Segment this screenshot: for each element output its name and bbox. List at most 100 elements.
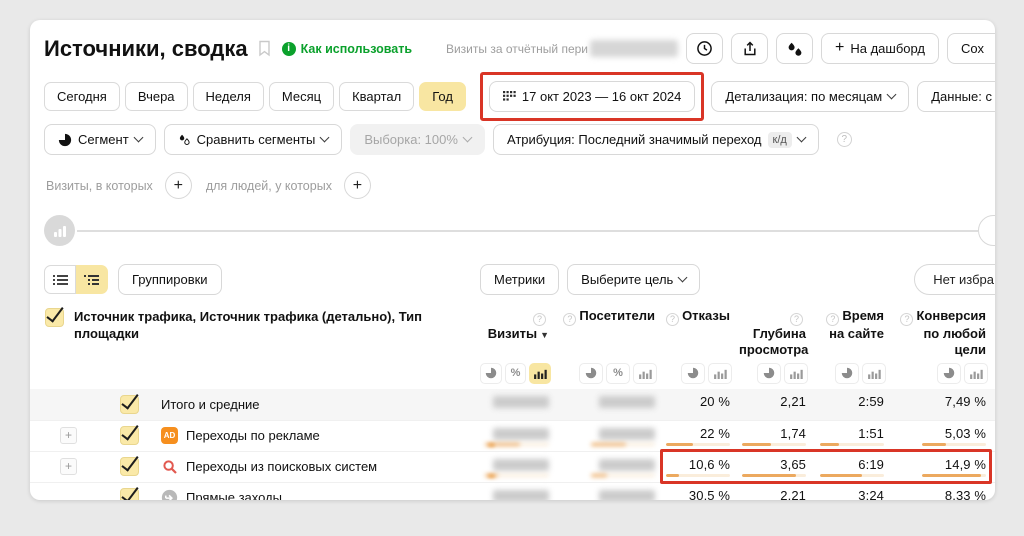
period-tab-вчера[interactable]: Вчера: [125, 82, 188, 111]
add-to-dashboard-button[interactable]: + На дашборд: [821, 33, 939, 64]
groupings-button[interactable]: Группировки: [118, 264, 222, 295]
list-view-button[interactable]: [44, 265, 76, 294]
row-checkbox[interactable]: [120, 488, 139, 500]
redacted-value: [493, 396, 549, 408]
bar-chart-icon: [53, 224, 67, 237]
header-toolbar: Визиты за отчётный пери + На дашборд: [446, 33, 995, 64]
detail-dropdown[interactable]: Детализация: по месяцам: [711, 81, 909, 112]
bar-toggle-button[interactable]: [964, 363, 988, 384]
percent-icon: %: [613, 367, 623, 379]
table-row: Прямые заходы30,5 %2,213:248,33 %: [30, 482, 995, 501]
bar-toggle-button[interactable]: [862, 363, 886, 384]
column-header-1[interactable]: ?Визиты▼: [480, 302, 558, 358]
row-checkbox[interactable]: [120, 426, 139, 445]
expand-button[interactable]: +: [60, 458, 77, 475]
metric-value: 14,9 %: [945, 457, 986, 472]
metric-value: 30,5 %: [689, 488, 730, 501]
redacted-value: [599, 459, 655, 471]
tree-view-button[interactable]: [76, 265, 108, 294]
column-header-5[interactable]: ?Время на сайте: [815, 302, 893, 358]
value-cell: [480, 421, 558, 451]
column-help-icon: ?: [533, 313, 546, 326]
history-button[interactable]: [686, 33, 723, 64]
bar-toggle-button[interactable]: [529, 363, 551, 384]
no-favorites-button[interactable]: Нет избра: [914, 264, 995, 295]
attribution-dropdown[interactable]: Атрибуция: Последний значимый переход к/…: [493, 124, 819, 155]
value-cell: [480, 389, 558, 420]
period-tab-неделя[interactable]: Неделя: [193, 82, 264, 111]
expand-button[interactable]: +: [60, 427, 77, 444]
chevron-down-icon: [462, 133, 472, 143]
value-cell: [480, 483, 558, 501]
period-tab-квартал[interactable]: Квартал: [339, 82, 414, 111]
choose-goal-dropdown[interactable]: Выберите цель: [567, 264, 700, 295]
save-button[interactable]: Сох: [947, 33, 995, 64]
value-cell: [558, 452, 664, 482]
drops-icon: [787, 41, 803, 57]
data-mode-dropdown[interactable]: Данные: с роботами: [917, 81, 995, 112]
redacted-value: [599, 428, 655, 440]
compare-segments-dropdown[interactable]: Сравнить сегменты: [164, 124, 343, 155]
add-people-filter-button[interactable]: +: [344, 172, 371, 199]
column-label: Глубина просмотра: [739, 326, 808, 357]
bar-toggle-button[interactable]: [708, 363, 732, 384]
column-header-3[interactable]: ?Отказы: [664, 302, 739, 358]
metric-bar: [485, 474, 549, 477]
segment-dropdown[interactable]: Сегмент: [44, 124, 156, 155]
column-header-6[interactable]: ?Конверсия по любой цели: [893, 302, 995, 358]
chart-more-button[interactable]: По: [978, 215, 995, 246]
pie-toggle-button[interactable]: [681, 363, 705, 384]
metric-bar: [591, 443, 655, 446]
value-cell: 20 %: [664, 389, 739, 420]
people-filter-label: для людей, у которых: [206, 179, 332, 193]
chart-toggle-button[interactable]: [44, 215, 75, 246]
bookmark-icon[interactable]: [257, 40, 272, 57]
date-range-button[interactable]: 17 окт 2023 — 16 окт 2024: [489, 81, 695, 112]
report-card: Источники, сводка i Как использовать Виз…: [30, 20, 995, 500]
ad-badge-icon: AD: [161, 427, 178, 444]
export-button[interactable]: [731, 33, 768, 64]
pie-toggle-button[interactable]: [579, 363, 603, 384]
metrics-button[interactable]: Метрики: [480, 264, 559, 295]
page-title: Источники, сводка: [44, 36, 248, 62]
bar-toggle-button[interactable]: [633, 363, 657, 384]
drops-icon: [178, 133, 191, 147]
metric-value: 10,6 %: [689, 457, 730, 472]
row-label: Итого и средние: [161, 397, 259, 412]
segments-button[interactable]: [776, 33, 813, 64]
column-header-2[interactable]: ?Посетители: [558, 302, 664, 358]
attribution-badge: к/д: [768, 132, 792, 148]
period-tab-год[interactable]: Год: [419, 82, 466, 111]
pie-toggle-button[interactable]: [835, 363, 859, 384]
value-cell: 8,33 %: [893, 483, 995, 501]
row-name-cell: Прямые заходы: [30, 483, 480, 501]
row-checkbox[interactable]: [120, 457, 139, 476]
pct-toggle-button[interactable]: %: [505, 363, 527, 384]
add-visit-filter-button[interactable]: +: [165, 172, 192, 199]
how-to-use-link[interactable]: i Как использовать: [282, 42, 412, 56]
value-cell: [558, 421, 664, 451]
pie-toggle-button[interactable]: [757, 363, 781, 384]
value-cell: [558, 483, 664, 501]
bar-toggle-button[interactable]: [784, 363, 808, 384]
pie-icon: [58, 133, 72, 147]
row-checkbox[interactable]: [120, 395, 139, 414]
select-all-checkbox[interactable]: [45, 308, 64, 327]
redacted-value: [599, 490, 655, 501]
period-tab-сегодня[interactable]: Сегодня: [44, 82, 120, 111]
period-tab-месяц[interactable]: Месяц: [269, 82, 334, 111]
column-help-icon: ?: [790, 313, 803, 326]
info-icon: i: [282, 42, 296, 56]
metric-value: 1:51: [858, 426, 884, 441]
help-icon[interactable]: ?: [837, 132, 852, 147]
metric-value: 2:59: [858, 394, 884, 409]
metric-bar: [742, 474, 806, 477]
metric-value: 3:24: [858, 488, 884, 501]
column-header-4[interactable]: ?Глубина просмотра: [739, 302, 815, 358]
column-label: Конверсия по любой цели: [916, 308, 986, 357]
metric-value: 5,03 %: [945, 426, 986, 441]
value-cell: 3:24: [815, 483, 893, 501]
pie-toggle-button[interactable]: [937, 363, 961, 384]
pct-toggle-button[interactable]: %: [606, 363, 630, 384]
pie-toggle-button[interactable]: [480, 363, 502, 384]
